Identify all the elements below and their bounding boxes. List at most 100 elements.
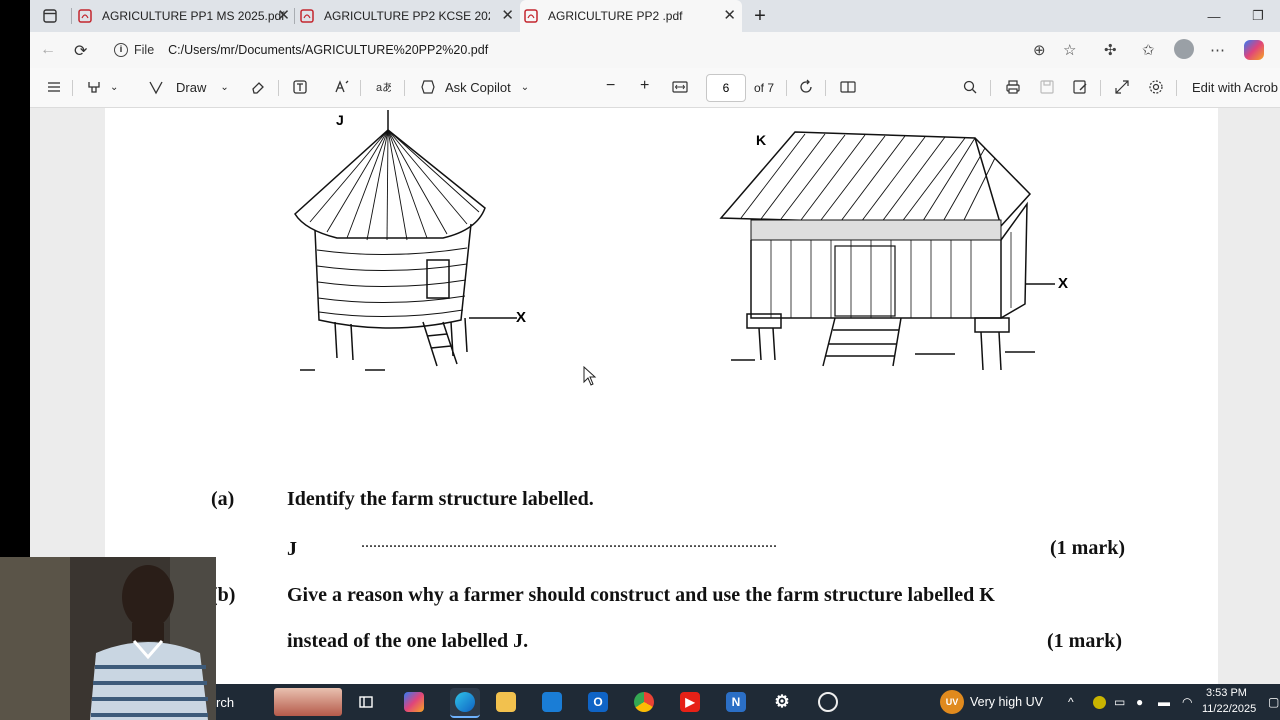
url-field[interactable]: i File C:/Users/mr/Documents/AGRICULTURE… bbox=[104, 36, 1104, 64]
browser-tab-bar: AGRICULTURE PP1 MS 2025.pdf ✕ AGRICULTUR… bbox=[30, 0, 1280, 32]
wifi-icon[interactable]: ◠ bbox=[1182, 692, 1192, 712]
question-a-marks: (1 mark) bbox=[1050, 537, 1125, 559]
restore-icon[interactable]: ❐ bbox=[1236, 0, 1280, 32]
copilot-icon[interactable] bbox=[1244, 40, 1264, 60]
app-n-icon[interactable]: N bbox=[726, 692, 746, 712]
youtube-icon[interactable]: ▶ bbox=[680, 692, 700, 712]
pdf-viewport[interactable]: J X K X (a) Identify the farm structure … bbox=[30, 108, 1280, 684]
url-scheme-label: File bbox=[134, 43, 155, 57]
edge-app-icon[interactable] bbox=[450, 688, 480, 718]
page-total: of 7 bbox=[754, 81, 775, 95]
recording-app-icon[interactable] bbox=[818, 692, 838, 712]
webcam-overlay bbox=[0, 557, 216, 720]
url-text: C:/Users/mr/Documents/AGRICULTURE%20PP2%… bbox=[168, 43, 489, 57]
back-icon[interactable]: ← bbox=[40, 41, 56, 59]
close-tab-icon[interactable]: ✕ bbox=[501, 8, 514, 23]
tab-title: AGRICULTURE PP1 MS 2025.pdf bbox=[102, 9, 285, 23]
tray-usb-icon[interactable]: ▭ bbox=[1114, 692, 1125, 712]
tab-agriculture-pp2[interactable]: AGRICULTURE PP2 .pdf ✕ bbox=[520, 0, 742, 32]
minimize-icon[interactable]: — bbox=[1192, 0, 1236, 32]
translate-icon[interactable]: aあ bbox=[375, 79, 391, 95]
toolbar-separator bbox=[825, 80, 826, 96]
fullscreen-icon[interactable] bbox=[1114, 79, 1130, 95]
microphone-icon[interactable]: ● bbox=[1136, 692, 1143, 712]
ask-copilot-button[interactable]: Ask Copilot ⌄ bbox=[420, 79, 529, 95]
workspaces-icon[interactable] bbox=[30, 0, 70, 32]
settings-gear-icon[interactable] bbox=[1148, 79, 1164, 95]
traditional-granary-illustration bbox=[294, 110, 517, 371]
tab-title: AGRICULTURE PP2 .pdf bbox=[548, 9, 683, 23]
tab-separator bbox=[294, 8, 295, 24]
question-a-number: (a) bbox=[211, 488, 235, 510]
toolbar-separator bbox=[404, 80, 405, 96]
search-highlight-image bbox=[274, 688, 342, 716]
zoom-in-icon[interactable]: + bbox=[640, 77, 649, 95]
weather-status[interactable]: Very high UV bbox=[970, 692, 1043, 712]
pdf-toolbar: ⌄ Draw⌄ aあ Ask Copilot⌄ − + of 7 Edit wi… bbox=[30, 68, 1280, 108]
microsoft-store-icon[interactable] bbox=[542, 692, 562, 712]
taskbar-date[interactable]: 11/22/2025 bbox=[1202, 701, 1256, 717]
toolbar-separator bbox=[786, 80, 787, 96]
eraser-icon[interactable] bbox=[250, 79, 266, 95]
webcam-person-image bbox=[0, 557, 216, 720]
tab-agriculture-pp1-ms[interactable]: AGRICULTURE PP1 MS 2025.pdf ✕ bbox=[74, 0, 296, 32]
pdf-file-icon bbox=[524, 9, 538, 23]
windows-taskbar: rch O ▶ N ⚙ UV Very high UV ^ ▭ ● ▬ ◠ 3:… bbox=[216, 684, 1280, 720]
file-explorer-icon[interactable] bbox=[496, 692, 516, 712]
zoom-icon[interactable]: ⊕ bbox=[1033, 41, 1046, 59]
uv-weather-icon[interactable]: UV bbox=[940, 690, 964, 714]
add-text-icon[interactable] bbox=[292, 79, 308, 95]
favorite-star-icon[interactable]: ☆ bbox=[1063, 41, 1076, 59]
close-tab-icon[interactable]: ✕ bbox=[723, 8, 736, 23]
search-icon[interactable] bbox=[962, 79, 978, 95]
outlook-icon[interactable]: O bbox=[588, 692, 608, 712]
new-tab-button[interactable]: + bbox=[748, 0, 772, 32]
figure-label-j: J bbox=[336, 112, 344, 128]
close-tab-icon[interactable]: ✕ bbox=[277, 8, 290, 23]
save-as-icon[interactable] bbox=[1072, 79, 1088, 95]
notification-icon[interactable]: ▢ bbox=[1268, 692, 1279, 712]
favorites-icon[interactable]: ✩ bbox=[1142, 41, 1155, 59]
toolbar-separator bbox=[360, 80, 361, 96]
battery-icon[interactable]: ▬ bbox=[1158, 692, 1170, 712]
answer-label-j: J bbox=[287, 538, 297, 560]
draw-button[interactable]: Draw ⌄ bbox=[148, 79, 229, 95]
tray-app-icon[interactable] bbox=[1092, 695, 1106, 709]
chrome-icon[interactable] bbox=[634, 692, 654, 712]
extensions-icon[interactable]: ✣ bbox=[1104, 41, 1117, 59]
save-icon[interactable] bbox=[1039, 79, 1055, 95]
edit-with-acrobat-button[interactable]: Edit with Acrob bbox=[1192, 80, 1278, 95]
print-icon[interactable] bbox=[1005, 79, 1021, 95]
fit-width-icon[interactable] bbox=[672, 79, 688, 95]
svg-text:aあ: aあ bbox=[376, 81, 391, 94]
window-controls: — ❐ bbox=[1192, 0, 1280, 32]
toolbar-separator bbox=[72, 80, 73, 96]
profile-avatar[interactable] bbox=[1174, 39, 1194, 59]
pen-icon bbox=[149, 81, 163, 95]
address-bar-row: ← ⟳ i File C:/Users/mr/Documents/AGRICUL… bbox=[30, 32, 1280, 68]
contents-icon[interactable] bbox=[46, 79, 62, 95]
toolbar-separator bbox=[990, 80, 991, 96]
tab-agriculture-pp2-kcse-ms[interactable]: AGRICULTURE PP2 KCSE 2025 MS ✕ bbox=[298, 0, 520, 32]
granary-illustrations bbox=[294, 110, 1055, 371]
rotate-icon[interactable] bbox=[798, 79, 814, 95]
pdf-page: J X K X (a) Identify the farm structure … bbox=[105, 108, 1218, 684]
toolbar-separator bbox=[1176, 80, 1177, 96]
page-view-icon[interactable] bbox=[840, 79, 856, 95]
question-b-line1: Give a reason why a farmer should constr… bbox=[287, 584, 995, 606]
refresh-icon[interactable]: ⟳ bbox=[74, 41, 87, 61]
copilot-app-icon[interactable] bbox=[404, 692, 424, 712]
highlight-icon[interactable]: ⌄ bbox=[86, 79, 118, 95]
more-menu-icon[interactable]: ⋯ bbox=[1210, 41, 1225, 59]
task-view-icon[interactable] bbox=[356, 692, 376, 712]
page-number-input[interactable] bbox=[706, 74, 746, 102]
read-aloud-icon[interactable] bbox=[334, 79, 350, 95]
taskbar-time[interactable]: 3:53 PM bbox=[1206, 685, 1247, 701]
figure-label-x-k: X bbox=[1058, 275, 1069, 292]
settings-gear-icon[interactable]: ⚙ bbox=[772, 692, 792, 712]
figure-label-k: K bbox=[756, 132, 767, 148]
taskbar-search-text[interactable]: rch bbox=[216, 692, 234, 712]
zoom-out-icon[interactable]: − bbox=[606, 77, 615, 95]
show-hidden-icons[interactable]: ^ bbox=[1068, 692, 1074, 712]
info-icon[interactable]: i bbox=[114, 43, 128, 57]
